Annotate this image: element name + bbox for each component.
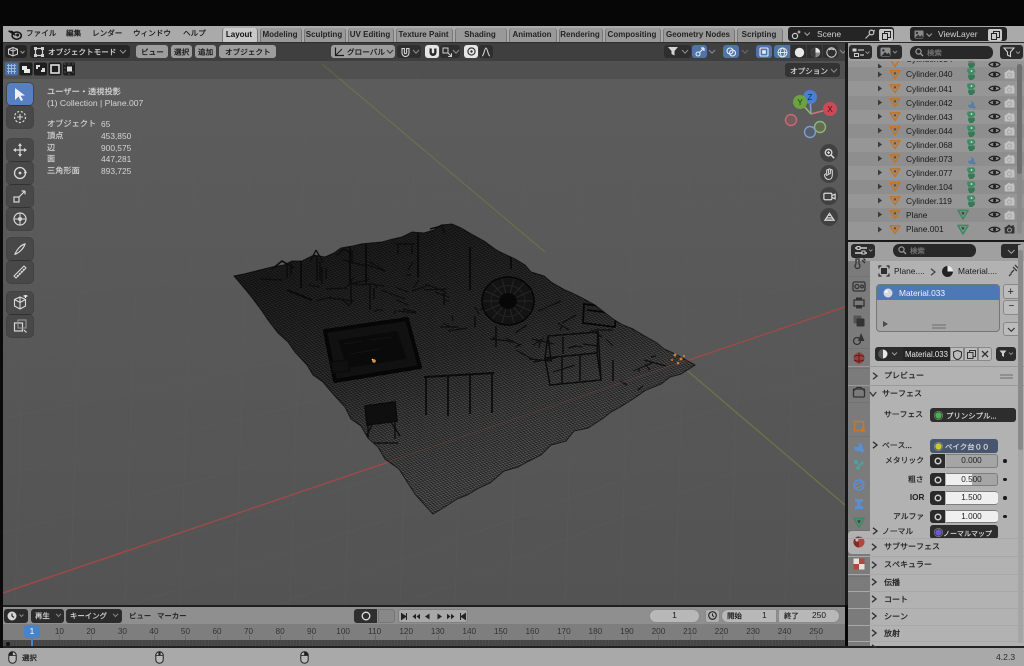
svg-text:Z: Z (808, 93, 813, 102)
svg-text:X: X (827, 105, 833, 114)
svg-text:Y: Y (797, 98, 803, 107)
